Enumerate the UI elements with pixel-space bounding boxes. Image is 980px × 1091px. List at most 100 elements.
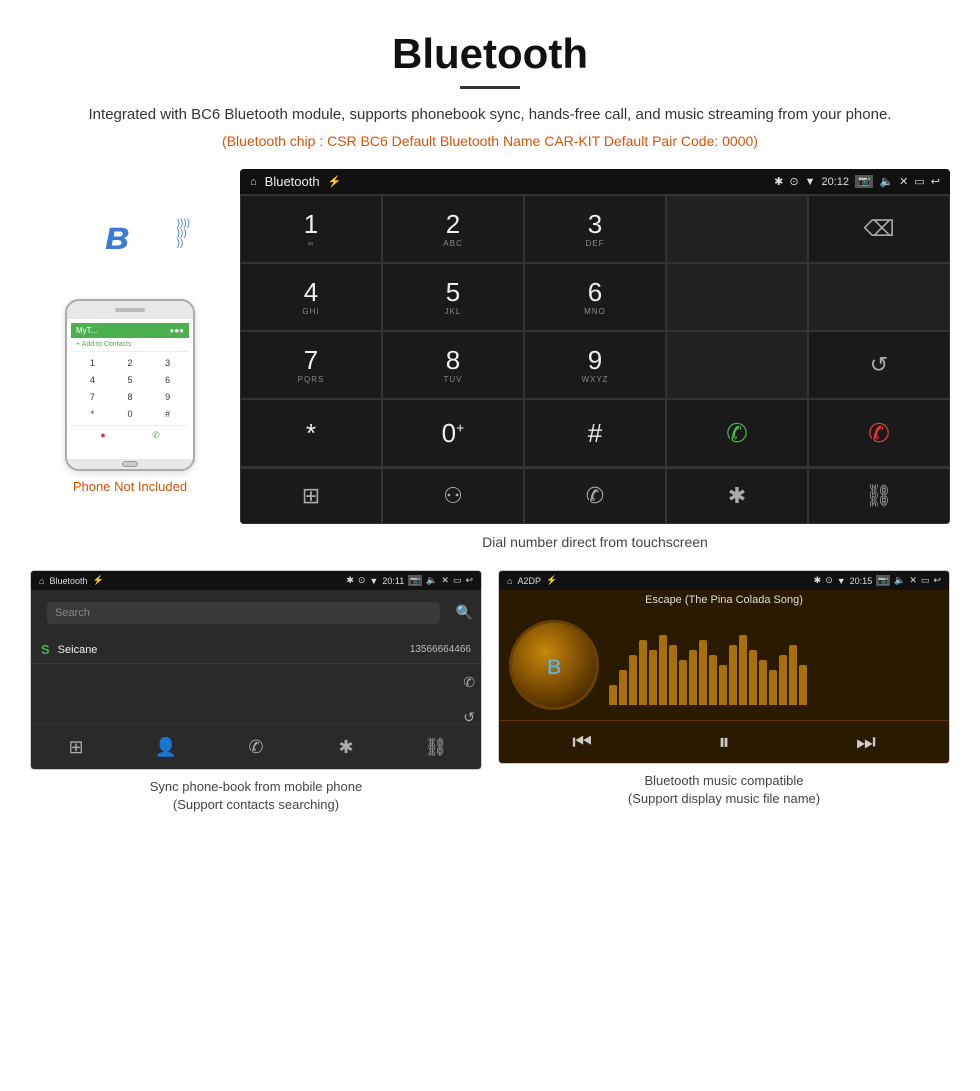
pb-search-bar: Search bbox=[47, 602, 440, 624]
pb-sig-icon: ▼ bbox=[369, 576, 378, 586]
pb-usb-icon: ⚡ bbox=[92, 575, 103, 586]
visualizer-bar bbox=[709, 655, 717, 705]
bluetooth-icon-area: )))) ))) )) ʙ bbox=[100, 209, 190, 289]
loc-icon: ⊙ bbox=[789, 175, 798, 188]
dial-status-bar: ⌂ Bluetooth ⚡ ✱ ⊙ ▼ 20:12 📷 🔈 ✕ ▭ ↩ bbox=[240, 169, 950, 194]
dial-call-red[interactable]: ✆ bbox=[808, 399, 950, 467]
dial-bottom-contacts[interactable]: ⚇ bbox=[382, 468, 524, 524]
pb-bottom-contacts[interactable]: 👤 bbox=[121, 725, 211, 769]
music-main-area: ʙ bbox=[499, 610, 949, 720]
dial-refresh[interactable]: ↺ bbox=[808, 331, 950, 399]
red-call-icon: ✆ bbox=[868, 418, 890, 449]
pb-contact-row[interactable]: S Seicane 13566664466 bbox=[31, 636, 481, 664]
dial-key-7[interactable]: 7 PQRS bbox=[240, 331, 382, 399]
volume-icon: 🔈 bbox=[879, 175, 893, 188]
visualizer-bar bbox=[679, 660, 687, 705]
time-display: 20:12 bbox=[821, 176, 849, 188]
visualizer-bar bbox=[699, 640, 707, 705]
dial-bottom-bar: ⊞ ⚇ ✆ ✱ ⛓ bbox=[240, 467, 950, 524]
play-pause-button[interactable]: ⏸ bbox=[718, 729, 729, 755]
pb-search-placeholder: Search bbox=[55, 607, 90, 619]
usb-icon: ⚡ bbox=[328, 175, 342, 188]
pb-caption: Sync phone-book from mobile phone(Suppor… bbox=[30, 770, 482, 818]
specs-text: (Bluetooth chip : CSR BC6 Default Blueto… bbox=[60, 133, 920, 149]
pb-search-icon[interactable]: 🔍 bbox=[456, 604, 473, 620]
dial-key-9[interactable]: 9 WXYZ bbox=[524, 331, 666, 399]
dial-key-4[interactable]: 4 GHI bbox=[240, 263, 382, 331]
pb-bt-icon: ✱ bbox=[346, 575, 354, 586]
visualizer-bar bbox=[669, 645, 677, 705]
dial-bottom-call[interactable]: ✆ bbox=[524, 468, 666, 524]
music-visualizer bbox=[609, 625, 939, 705]
bluetooth-symbol: ʙ bbox=[105, 214, 130, 259]
phone-screen: MyT... ●●● + Add to Contacts 123 456 789… bbox=[67, 319, 193, 459]
pb-phone-icon[interactable]: ✆ bbox=[463, 674, 475, 691]
phone-call-btn: ✆ bbox=[152, 430, 160, 441]
title-divider bbox=[460, 86, 520, 89]
pb-refresh-icon[interactable]: ↺ bbox=[463, 709, 475, 726]
dial-key-3[interactable]: 3 DEF bbox=[524, 195, 666, 263]
visualizer-bar bbox=[799, 665, 807, 705]
dial-screen: ⌂ Bluetooth ⚡ ✱ ⊙ ▼ 20:12 📷 🔈 ✕ ▭ ↩ bbox=[240, 169, 950, 524]
dial-key-2[interactable]: 2 ABC bbox=[382, 195, 524, 263]
visualizer-bar bbox=[749, 650, 757, 705]
music-album-art: ʙ bbox=[509, 620, 599, 710]
dial-bottom-bluetooth[interactable]: ✱ bbox=[666, 468, 808, 524]
dial-key-1[interactable]: 1 ∞ bbox=[240, 195, 382, 263]
music-caption: Bluetooth music compatible(Support displ… bbox=[498, 764, 950, 812]
visualizer-bar bbox=[789, 645, 797, 705]
main-section: )))) ))) )) ʙ MyT... ●●● + Add to Contac… bbox=[0, 159, 980, 560]
dial-bottom-link[interactable]: ⛓ bbox=[808, 468, 950, 524]
signal-arcs: )))) ))) )) bbox=[177, 219, 190, 249]
phonebook-panel: ⌂ Bluetooth ⚡ ✱ ⊙ ▼ 20:11 📷 🔈 ✕ ▭ ↩ bbox=[30, 570, 482, 818]
next-button[interactable]: ⏭ bbox=[856, 729, 876, 755]
header-description: Integrated with BC6 Bluetooth module, su… bbox=[60, 103, 920, 127]
pb-status-bar: ⌂ Bluetooth ⚡ ✱ ⊙ ▼ 20:11 📷 🔈 ✕ ▭ ↩ bbox=[31, 571, 481, 590]
phone-area: )))) ))) )) ʙ MyT... ●●● + Add to Contac… bbox=[30, 169, 230, 560]
dial-grid: 1 ∞ 2 ABC 3 DEF ⌫ 4 GHI bbox=[240, 194, 950, 467]
prev-button[interactable]: ⏮ bbox=[572, 729, 592, 755]
visualizer-bar bbox=[649, 650, 657, 705]
music-panel: ⌂ A2DP ⚡ ✱ ⊙ ▼ 20:15 📷 🔈 ✕ ▭ ↩ Escape (T bbox=[498, 570, 950, 818]
visualizer-bar bbox=[619, 670, 627, 705]
dial-key-star[interactable]: * bbox=[240, 399, 382, 467]
music-vol-icon: 🔈 bbox=[894, 575, 905, 586]
pb-cls-icon: ✕ bbox=[441, 575, 449, 586]
visualizer-bar bbox=[659, 635, 667, 705]
dial-key-8[interactable]: 8 TUV bbox=[382, 331, 524, 399]
phone-screen-header: MyT... ●●● bbox=[71, 323, 189, 338]
camera-icon: 📷 bbox=[855, 175, 873, 188]
music-title: A2DP bbox=[517, 576, 541, 586]
pb-bottom-bt[interactable]: ✱ bbox=[301, 725, 391, 769]
back-icon: ↩ bbox=[931, 175, 940, 188]
music-scr-icon: ▭ bbox=[921, 575, 930, 586]
pb-vol-icon: 🔈 bbox=[426, 575, 437, 586]
phone-speaker bbox=[115, 308, 145, 312]
dial-backspace[interactable]: ⌫ bbox=[808, 195, 950, 263]
dial-screen-title: Bluetooth bbox=[265, 174, 320, 189]
phone-bottom-bar bbox=[67, 459, 193, 469]
dial-key-0[interactable]: 0+ bbox=[382, 399, 524, 467]
phone-not-included-label: Phone Not Included bbox=[73, 479, 187, 494]
music-time: 20:15 bbox=[850, 576, 873, 586]
phone-home-button bbox=[122, 461, 138, 467]
dial-empty-2 bbox=[666, 263, 808, 331]
green-call-icon: ✆ bbox=[726, 418, 748, 449]
dial-key-6[interactable]: 6 MNO bbox=[524, 263, 666, 331]
music-status-bar: ⌂ A2DP ⚡ ✱ ⊙ ▼ 20:15 📷 🔈 ✕ ▭ ↩ bbox=[499, 571, 949, 590]
dial-bottom-dialpad[interactable]: ⊞ bbox=[240, 468, 382, 524]
visualizer-bar bbox=[609, 685, 617, 705]
pb-back-icon: ↩ bbox=[465, 575, 473, 586]
dial-caption: Dial number direct from touchscreen bbox=[240, 524, 950, 560]
dial-call-green[interactable]: ✆ bbox=[666, 399, 808, 467]
phone-end-btn: ● bbox=[100, 430, 105, 441]
home-icon: ⌂ bbox=[250, 176, 257, 188]
dial-key-hash[interactable]: # bbox=[524, 399, 666, 467]
pb-bottom-call[interactable]: ✆ bbox=[211, 725, 301, 769]
pb-bottom-link[interactable]: ⛓ bbox=[391, 725, 481, 769]
music-bt-symbol: ʙ bbox=[547, 649, 562, 681]
dial-key-5[interactable]: 5 JKL bbox=[382, 263, 524, 331]
pb-bottom-dialpad[interactable]: ⊞ bbox=[31, 725, 121, 769]
music-bt-icon: ✱ bbox=[814, 575, 822, 586]
music-usb-icon: ⚡ bbox=[546, 575, 557, 586]
